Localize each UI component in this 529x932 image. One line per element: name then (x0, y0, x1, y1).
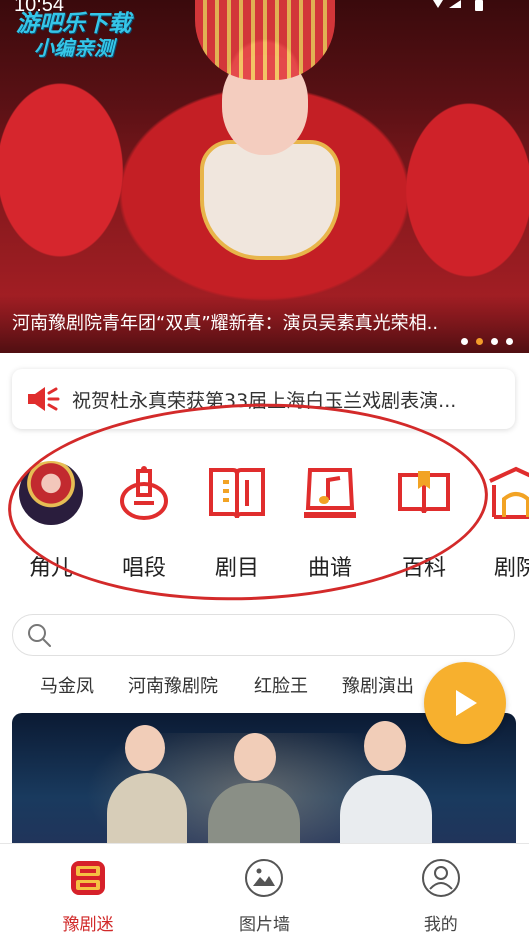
banner-image-part (200, 140, 340, 260)
category-label: 角儿 (28, 556, 73, 581)
bottom-navigation: 豫剧迷 图片墙 我的 (0, 843, 529, 932)
category-jumu[interactable]: 剧目 (197, 458, 277, 582)
category-qupu[interactable]: 曲谱 (290, 458, 370, 582)
category-jueer[interactable]: 角儿 (11, 458, 91, 582)
category-label: 剧目 (214, 556, 259, 581)
banner-carousel[interactable]: 10:54 游吧乐下载 小编亲测 河南豫剧院青年团“双真”耀新春：演员吴素真光荣… (0, 0, 529, 353)
banner-image-part (195, 0, 335, 80)
watermark: 游吧乐下载 小编亲测 (16, 12, 131, 60)
notice-text: 祝贺杜永真荣获第33届上海白玉兰戏剧表演... (72, 389, 457, 412)
card-image-part (340, 775, 432, 853)
app-logo-icon (68, 858, 108, 898)
watermark-line1: 游吧乐下载 (16, 11, 131, 37)
banner-image-part (0, 60, 140, 280)
nav-label: 豫剧迷 (62, 915, 114, 932)
category-label: 曲谱 (307, 556, 352, 581)
card-image-part (234, 733, 276, 781)
nav-gallery[interactable]: 图片墙 (176, 844, 352, 932)
carousel-dot[interactable] (461, 338, 468, 345)
search-input[interactable] (61, 626, 481, 644)
category-baike[interactable]: 百科 (384, 458, 464, 582)
banner-image-part (389, 80, 529, 300)
nav-mine[interactable]: 我的 (353, 844, 529, 932)
watermark-line2: 小编亲测 (34, 36, 114, 60)
carousel-dot[interactable] (506, 338, 513, 345)
carousel-dot[interactable] (491, 338, 498, 345)
speaker-icon (28, 387, 60, 411)
category-label: 唱段 (121, 556, 166, 581)
nav-home[interactable]: 豫剧迷 (0, 844, 176, 932)
tag-item[interactable]: 红脸王 (254, 672, 308, 698)
picture-icon (244, 858, 284, 898)
nav-label: 图片墙 (238, 915, 290, 932)
card-image-part (107, 773, 187, 853)
tag-item[interactable]: 豫剧演出 (342, 672, 414, 698)
status-icons (429, 0, 489, 11)
category-label: 剧院 (493, 556, 529, 581)
carousel-dots (461, 338, 513, 345)
carousel-dot-active[interactable] (476, 338, 483, 345)
card-image-part (125, 725, 165, 771)
notice-bar[interactable]: 祝贺杜永真荣获第33届上海白玉兰戏剧表演... (12, 369, 515, 429)
pipa-icon (109, 458, 179, 528)
music-score-icon (295, 458, 365, 528)
search-bar[interactable] (12, 614, 515, 656)
category-juyuan[interactable]: 剧院 (476, 458, 529, 582)
theater-icon (481, 458, 529, 528)
search-icon (28, 624, 51, 647)
card-image-part (364, 721, 406, 771)
banner-caption-text: 河南豫剧院青年团“双真”耀新春：演员吴素真光荣相.. (12, 313, 439, 334)
tag-item[interactable]: 河南豫剧院 (128, 672, 218, 698)
opera-avatar-icon (16, 458, 86, 528)
banner-caption[interactable]: 河南豫剧院青年团“双真”耀新春：演员吴素真光荣相.. (0, 295, 529, 353)
tag-item[interactable]: 马金凤 (40, 672, 94, 698)
play-icon (456, 690, 477, 716)
category-row: 角儿 唱段 剧目 曲谱 百科 剧院 (0, 458, 529, 598)
nav-label: 我的 (423, 915, 458, 932)
script-book-icon (202, 458, 272, 528)
play-button[interactable] (424, 662, 506, 744)
open-book-icon (389, 458, 459, 528)
user-icon (421, 858, 461, 898)
category-label: 百科 (401, 556, 446, 581)
category-changduan[interactable]: 唱段 (104, 458, 184, 582)
